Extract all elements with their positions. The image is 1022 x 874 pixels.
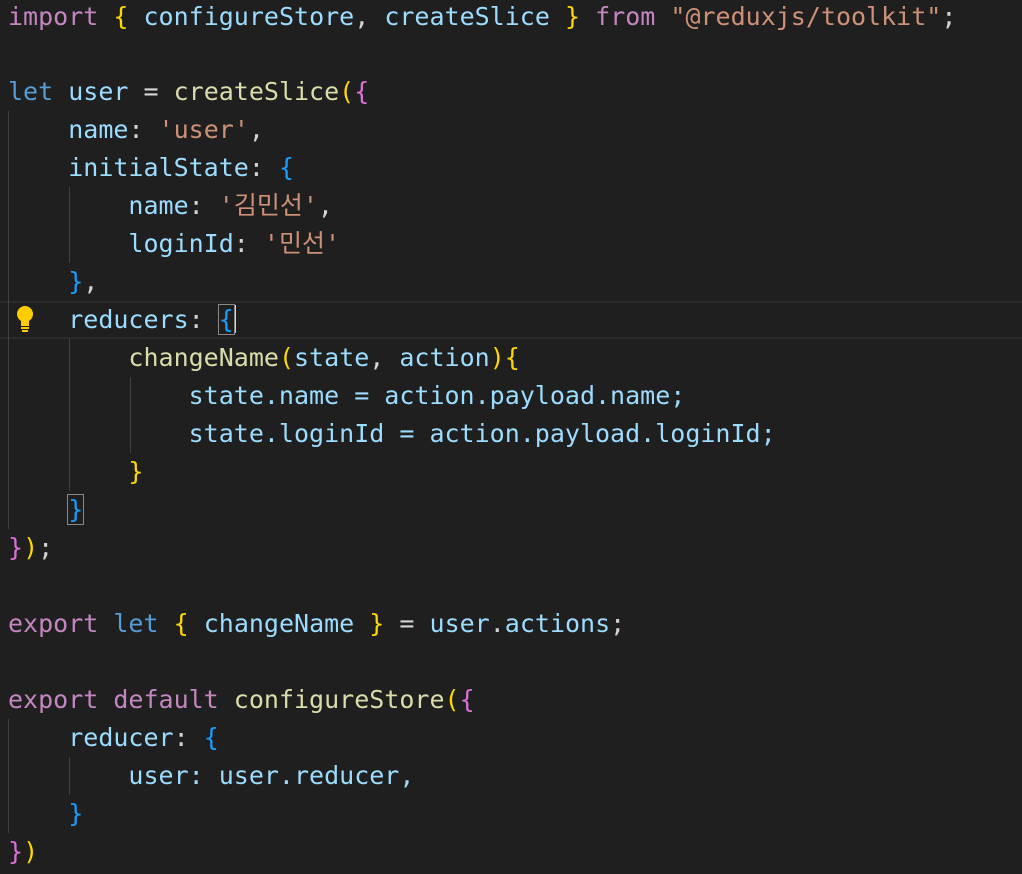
matched-bracket: { <box>217 304 235 335</box>
token-param: action <box>399 343 490 372</box>
token-module: @reduxjs/toolkit <box>685 2 927 31</box>
token-slice-var: user <box>68 77 129 106</box>
code-line[interactable]: }, <box>8 263 98 301</box>
code-line[interactable]: export let { changeName } = user.actions… <box>8 605 625 643</box>
code-line[interactable]: import { configureStore, createSlice } f… <box>8 0 956 36</box>
code-line[interactable]: name: '김민선', <box>8 187 333 225</box>
token-exported-action: changeName <box>203 609 355 638</box>
token-state-name-value: 김민선 <box>233 191 303 220</box>
token-state-key: loginId <box>128 229 234 258</box>
code-editor[interactable]: import { configureStore, createSlice } f… <box>0 0 1022 874</box>
code-line[interactable]: user: user.reducer, <box>8 757 414 795</box>
token-param: state <box>294 343 370 372</box>
code-line[interactable]: }) <box>8 833 38 871</box>
code-line[interactable]: reducer: { <box>8 719 219 757</box>
code-line[interactable]: name: 'user', <box>8 111 264 149</box>
code-line-current[interactable]: reducers: { <box>8 301 236 339</box>
code-line[interactable]: changeName(state, action){ <box>8 339 519 377</box>
code-line[interactable]: let user = createSlice({ <box>8 73 369 111</box>
token-reducer-fn: changeName <box>128 343 279 372</box>
code-line[interactable]: export default configureStore({ <box>8 681 475 719</box>
token-reducer-line: state.loginId = action.payload.loginId; <box>188 419 776 448</box>
code-line[interactable]: initialState: { <box>8 149 294 187</box>
code-line[interactable]: state.loginId = action.payload.loginId; <box>8 415 776 453</box>
token-create-slice-call: createSlice <box>173 77 340 106</box>
code-line[interactable]: } <box>8 795 83 833</box>
token-configure-store-call: configureStore <box>233 685 445 714</box>
token-slice-name: user <box>173 115 234 144</box>
token-create-slice: createSlice <box>384 2 550 31</box>
code-line[interactable]: } <box>8 453 143 491</box>
text-cursor <box>233 305 236 333</box>
code-line[interactable]: loginId: '민선' <box>8 225 340 263</box>
code-line[interactable]: }); <box>8 529 53 567</box>
token-reducer-line: state.name = action.payload.name; <box>188 381 686 410</box>
code-line[interactable]: state.name = action.payload.name; <box>8 377 686 415</box>
token-store-reducer-entry: user: user.reducer, <box>128 761 415 790</box>
token-configure-store: configureStore <box>143 2 355 31</box>
matched-bracket: } <box>67 494 85 525</box>
token-state-login-value: 민선 <box>278 229 325 258</box>
token-state-key: name <box>128 191 189 220</box>
code-line[interactable]: } <box>8 491 85 529</box>
